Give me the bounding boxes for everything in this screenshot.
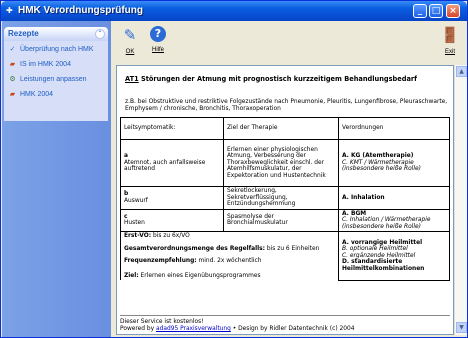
minimize-button[interactable]: _ <box>413 4 427 18</box>
remedy-legend-cell: A. vorrangige Heilmittel B. optionale He… <box>338 231 450 281</box>
remedy-d: D. standardisierte Heilmittelkombination… <box>342 259 425 272</box>
sidebar-item-leistungen[interactable]: ⚙ Leistungen anpassen <box>8 74 87 85</box>
sidebar-item-label: HMK 2004 <box>20 91 54 98</box>
check-document-icon: ✓ <box>9 46 16 53</box>
freq-value: mind. 2x wöchentlich <box>196 258 262 264</box>
title-bar[interactable]: ✚ HMK Verordnungsprüfung _ □ × <box>1 1 467 21</box>
adad95-link[interactable]: adad95 Praxisverwaltung <box>156 326 231 332</box>
sidebar-item-hmk-2004[interactable]: ▰ HMK 2004 <box>8 89 53 100</box>
heading-text: Störungen der Atmung mit prognostisch ku… <box>138 75 418 83</box>
row-code: c <box>124 213 128 220</box>
goal-cell: Erlernen einer physiologischen Atmung, V… <box>223 139 339 187</box>
order-main: A. BGM <box>342 210 367 217</box>
sidebar-item-label: Überprüfung nach HMK <box>20 46 94 53</box>
sidebar-panel: ✓ Überprüfung nach HMK ▰ IS im HMK 2004 … <box>4 41 108 121</box>
exit-label: Exit <box>444 49 455 55</box>
symptom-text: Atemnot, auch anfallsweise auftretend <box>124 159 206 173</box>
sidebar-header-label: Rezepte <box>8 29 39 38</box>
help-button[interactable]: ? Hilfe <box>143 26 173 58</box>
column-header: Verordnungen <box>338 117 450 140</box>
gear-icon: ⚙ <box>9 76 16 83</box>
exit-button[interactable]: 🚪 Exit <box>435 26 465 58</box>
heading-code: AT1 <box>125 75 139 83</box>
symptom-text: Husten <box>124 220 145 227</box>
table-header-row: Leitsymptomatik: Ziel der Therapie Veror… <box>120 117 450 140</box>
gesamt-label: Gesamtverordnungsmenge des Regelfalls: <box>124 245 266 252</box>
remedy-a: A. vorrangige Heilmittel <box>342 239 423 246</box>
ziel-value: Erlernen eines Eigenübungsprogrammes <box>138 272 261 279</box>
table-row: b Auswurf Sekretlockerung, Sekretverflüss… <box>120 186 450 210</box>
order-sub: C. Inhalation / Wärmetherapie (insbesond… <box>342 217 431 230</box>
sidebar: Rezepte ⌃ ✓ Überprüfung nach HMK ▰ IS im… <box>2 21 111 337</box>
row-code: a <box>124 153 128 160</box>
symptom-cell: b Auswurf <box>120 186 224 210</box>
sidebar-header[interactable]: Rezepte ⌃ <box>4 27 108 41</box>
app-window: ✚ HMK Verordnungsprüfung _ □ × Rezepte ⌃… <box>0 0 468 338</box>
ziel-label: Ziel: <box>124 272 139 279</box>
page-title: AT1 Störungen der Atmung mit prognostisc… <box>125 76 450 83</box>
exit-door-icon: 🚪 <box>440 26 460 44</box>
footer-line2: Powered by adad95 Praxisverwaltung • Des… <box>120 326 450 333</box>
help-label: Hilfe <box>151 47 164 53</box>
order-cell: A. KG (Atemtherapie) C. KMT / Wärmetherap… <box>338 139 450 187</box>
column-header: Leitsymptomatik: <box>120 117 224 140</box>
sidebar-item-label: IS im HMK 2004 <box>20 61 71 68</box>
vertical-scrollbar[interactable]: ▲ ▼ <box>454 65 467 335</box>
freq-label: Frequenzempfehlung: <box>124 258 197 264</box>
footer-line1: Dieser Service ist kostenlos! <box>120 319 204 325</box>
sidebar-item-label: Leistungen anpassen <box>20 76 87 83</box>
erst-vo-label: Erst-VO: <box>124 233 152 239</box>
erst-vo-value: bis zu 6x/VO <box>151 233 190 239</box>
book-icon: ▰ <box>9 61 16 68</box>
help-icon: ? <box>150 26 166 42</box>
book-icon: ▰ <box>9 91 16 98</box>
intro-text: z.B. bei Obstruktive und restriktive Fol… <box>125 99 448 112</box>
document-view[interactable]: AT1 Störungen der Atmung mit prognostisc… <box>116 65 454 335</box>
summary-cell: Erst-VO: bis zu 6x/VO Gesamtverordnungsm… <box>120 231 339 280</box>
gesamt-value: bis zu 6 Einheiten <box>265 245 320 252</box>
order-main: A. KG (Atemtherapie) <box>342 153 414 160</box>
symptom-cell: a Atemnot, auch anfallsweise auftretend <box>120 139 224 187</box>
remedy-c: C. ergänzende Heilmittel <box>342 252 416 259</box>
window-title: HMK Verordnungsprüfung <box>18 5 143 16</box>
close-button[interactable]: × <box>446 4 460 18</box>
app-icon: ✚ <box>6 6 13 15</box>
table-row: a Atemnot, auch anfallsweise auftretend E… <box>120 139 450 187</box>
divider <box>120 315 450 316</box>
goal-cell: Spasmolyse der Bronchialmuskulatur <box>223 208 339 232</box>
row-code: b <box>124 191 129 198</box>
order-main: A. Inhalation <box>342 194 385 201</box>
powered-prefix: Powered by <box>120 326 157 332</box>
order-cell: A. Inhalation <box>338 186 450 210</box>
scroll-down-icon[interactable]: ▼ <box>456 322 467 333</box>
remedy-b: B. optionale Heilmittel <box>342 246 408 252</box>
chevron-up-icon[interactable]: ⌃ <box>95 29 105 39</box>
powered-suffix: • Design by Ridler Datentechnik (c) 2004 <box>230 326 355 332</box>
indication-table: Leitsymptomatik: Ziel der Therapie Veror… <box>120 117 450 281</box>
symptom-text: Auswurf <box>124 197 148 204</box>
toolbar: ✎ OK ? Hilfe 🚪 Exit <box>113 23 467 61</box>
table-row: Erst-VO: bis zu 6x/VO Gesamtverordnungsm… <box>120 231 450 281</box>
order-sub: C. KMT / Wärmetherapie (insbesondere hei… <box>342 159 421 173</box>
table-row: c Husten Spasmolyse der Bronchialmuskulat… <box>120 208 450 232</box>
maximize-button[interactable]: □ <box>429 4 443 18</box>
document-body: AT1 Störungen der Atmung mit prognostisc… <box>120 76 450 113</box>
goal-cell: Sekretlockerung, Sekretverflüssigung, En… <box>223 186 339 210</box>
ok-label: OK <box>125 49 135 55</box>
column-header: Ziel der Therapie <box>223 117 339 140</box>
footer: Dieser Service ist kostenlos! Powered by… <box>120 319 450 333</box>
ok-icon: ✎ <box>123 26 137 44</box>
symptom-cell: c Husten <box>120 208 224 232</box>
sidebar-item-is-hmk[interactable]: ▰ IS im HMK 2004 <box>8 59 71 70</box>
order-cell: A. BGM C. Inhalation / Wärmetherapie (ins… <box>338 208 450 232</box>
scroll-up-icon[interactable]: ▲ <box>456 66 467 77</box>
ok-button[interactable]: ✎ OK <box>115 26 145 58</box>
sidebar-item-ueberpruefung[interactable]: ✓ Überprüfung nach HMK <box>8 44 94 55</box>
